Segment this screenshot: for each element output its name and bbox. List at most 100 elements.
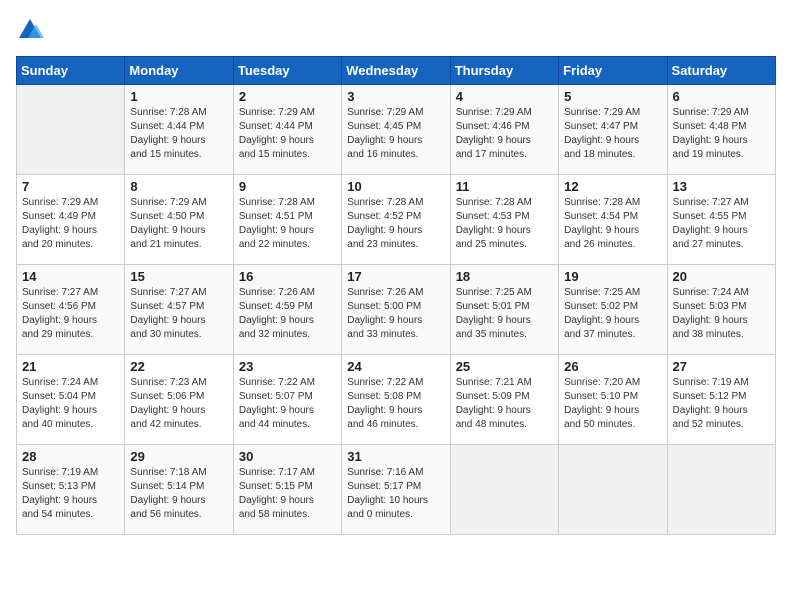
- day-number: 9: [239, 179, 336, 194]
- day-info: Sunrise: 7:28 AM Sunset: 4:54 PM Dayligh…: [564, 196, 661, 252]
- day-number: 8: [130, 179, 227, 194]
- day-info: Sunrise: 7:20 AM Sunset: 5:10 PM Dayligh…: [564, 376, 661, 432]
- day-number: 21: [22, 359, 119, 374]
- day-info: Sunrise: 7:28 AM Sunset: 4:51 PM Dayligh…: [239, 196, 336, 252]
- day-info: Sunrise: 7:28 AM Sunset: 4:44 PM Dayligh…: [130, 106, 227, 162]
- day-info: Sunrise: 7:29 AM Sunset: 4:49 PM Dayligh…: [22, 196, 119, 252]
- calendar-cell: 12 Sunrise: 7:28 AM Sunset: 4:54 PM Dayli…: [559, 175, 667, 265]
- day-info: Sunrise: 7:19 AM Sunset: 5:12 PM Dayligh…: [673, 376, 770, 432]
- page-header: [16, 16, 776, 44]
- calendar-cell: 18 Sunrise: 7:25 AM Sunset: 5:01 PM Dayli…: [450, 265, 558, 355]
- calendar-cell: 20 Sunrise: 7:24 AM Sunset: 5:03 PM Dayli…: [667, 265, 775, 355]
- calendar-cell: 29 Sunrise: 7:18 AM Sunset: 5:14 PM Dayli…: [125, 445, 233, 535]
- day-number: 3: [347, 89, 444, 104]
- calendar-cell: 5 Sunrise: 7:29 AM Sunset: 4:47 PM Daylig…: [559, 85, 667, 175]
- day-number: 19: [564, 269, 661, 284]
- day-info: Sunrise: 7:22 AM Sunset: 5:07 PM Dayligh…: [239, 376, 336, 432]
- day-number: 29: [130, 449, 227, 464]
- calendar-cell: 28 Sunrise: 7:19 AM Sunset: 5:13 PM Dayli…: [17, 445, 125, 535]
- day-header-friday: Friday: [559, 57, 667, 85]
- calendar-cell: 17Sunrise: 7:26 AM Sunset: 5:00 PM Dayli…: [342, 265, 450, 355]
- day-number: 1: [130, 89, 227, 104]
- day-number: 7: [22, 179, 119, 194]
- day-info: Sunrise: 7:29 AM Sunset: 4:47 PM Dayligh…: [564, 106, 661, 162]
- day-info: Sunrise: 7:25 AM Sunset: 5:01 PM Dayligh…: [456, 286, 553, 342]
- day-info: Sunrise: 7:28 AM Sunset: 4:52 PM Dayligh…: [347, 196, 444, 252]
- day-info: Sunrise: 7:28 AM Sunset: 4:53 PM Dayligh…: [456, 196, 553, 252]
- calendar-cell: 23 Sunrise: 7:22 AM Sunset: 5:07 PM Dayli…: [233, 355, 341, 445]
- day-info: Sunrise: 7:23 AM Sunset: 5:06 PM Dayligh…: [130, 376, 227, 432]
- calendar-cell: 7 Sunrise: 7:29 AM Sunset: 4:49 PM Daylig…: [17, 175, 125, 265]
- day-info: Sunrise: 7:27 AM Sunset: 4:56 PM Dayligh…: [22, 286, 119, 342]
- day-number: 25: [456, 359, 553, 374]
- day-number: 31: [347, 449, 444, 464]
- day-info: Sunrise: 7:29 AM Sunset: 4:50 PM Dayligh…: [130, 196, 227, 252]
- day-info: Sunrise: 7:29 AM Sunset: 4:45 PM Dayligh…: [347, 106, 444, 162]
- calendar-cell: 11 Sunrise: 7:28 AM Sunset: 4:53 PM Dayli…: [450, 175, 558, 265]
- calendar-cell: 31 Sunrise: 7:16 AM Sunset: 5:17 PM Dayli…: [342, 445, 450, 535]
- calendar-cell: 14Sunrise: 7:27 AM Sunset: 4:56 PM Dayli…: [17, 265, 125, 355]
- calendar-cell: 9 Sunrise: 7:28 AM Sunset: 4:51 PM Daylig…: [233, 175, 341, 265]
- day-header-monday: Monday: [125, 57, 233, 85]
- day-header-tuesday: Tuesday: [233, 57, 341, 85]
- calendar-cell: 30Sunrise: 7:17 AM Sunset: 5:15 PM Dayli…: [233, 445, 341, 535]
- day-info: Sunrise: 7:25 AM Sunset: 5:02 PM Dayligh…: [564, 286, 661, 342]
- day-number: 24: [347, 359, 444, 374]
- day-number: 23: [239, 359, 336, 374]
- day-info: Sunrise: 7:26 AM Sunset: 5:00 PM Dayligh…: [347, 286, 444, 342]
- logo: [16, 16, 48, 44]
- calendar-table: SundayMondayTuesdayWednesdayThursdayFrid…: [16, 56, 776, 535]
- day-info: Sunrise: 7:27 AM Sunset: 4:55 PM Dayligh…: [673, 196, 770, 252]
- calendar-cell: 27 Sunrise: 7:19 AM Sunset: 5:12 PM Dayli…: [667, 355, 775, 445]
- day-info: Sunrise: 7:21 AM Sunset: 5:09 PM Dayligh…: [456, 376, 553, 432]
- day-number: 10: [347, 179, 444, 194]
- calendar-cell: 4 Sunrise: 7:29 AM Sunset: 4:46 PM Daylig…: [450, 85, 558, 175]
- day-info: Sunrise: 7:16 AM Sunset: 5:17 PM Dayligh…: [347, 466, 444, 522]
- day-number: 12: [564, 179, 661, 194]
- day-info: Sunrise: 7:17 AM Sunset: 5:15 PM Dayligh…: [239, 466, 336, 522]
- day-number: 11: [456, 179, 553, 194]
- calendar-cell: 1 Sunrise: 7:28 AM Sunset: 4:44 PM Daylig…: [125, 85, 233, 175]
- day-info: Sunrise: 7:19 AM Sunset: 5:13 PM Dayligh…: [22, 466, 119, 522]
- calendar-cell: 2Sunrise: 7:29 AM Sunset: 4:44 PM Daylig…: [233, 85, 341, 175]
- calendar-cell: 10 Sunrise: 7:28 AM Sunset: 4:52 PM Dayli…: [342, 175, 450, 265]
- calendar-cell: 8 Sunrise: 7:29 AM Sunset: 4:50 PM Daylig…: [125, 175, 233, 265]
- calendar-cell: 25 Sunrise: 7:21 AM Sunset: 5:09 PM Dayli…: [450, 355, 558, 445]
- calendar-cell: 22 Sunrise: 7:23 AM Sunset: 5:06 PM Dayli…: [125, 355, 233, 445]
- day-number: 27: [673, 359, 770, 374]
- day-number: 18: [456, 269, 553, 284]
- day-number: 13: [673, 179, 770, 194]
- calendar-cell: 13 Sunrise: 7:27 AM Sunset: 4:55 PM Dayli…: [667, 175, 775, 265]
- day-info: Sunrise: 7:18 AM Sunset: 5:14 PM Dayligh…: [130, 466, 227, 522]
- day-info: Sunrise: 7:26 AM Sunset: 4:59 PM Dayligh…: [239, 286, 336, 342]
- day-header-wednesday: Wednesday: [342, 57, 450, 85]
- day-header-thursday: Thursday: [450, 57, 558, 85]
- day-info: Sunrise: 7:29 AM Sunset: 4:48 PM Dayligh…: [673, 106, 770, 162]
- day-number: 4: [456, 89, 553, 104]
- day-header-sunday: Sunday: [17, 57, 125, 85]
- calendar-cell: [559, 445, 667, 535]
- day-info: Sunrise: 7:29 AM Sunset: 4:46 PM Dayligh…: [456, 106, 553, 162]
- day-info: Sunrise: 7:27 AM Sunset: 4:57 PM Dayligh…: [130, 286, 227, 342]
- calendar-cell: 6 Sunrise: 7:29 AM Sunset: 4:48 PM Daylig…: [667, 85, 775, 175]
- day-info: Sunrise: 7:22 AM Sunset: 5:08 PM Dayligh…: [347, 376, 444, 432]
- day-number: 6: [673, 89, 770, 104]
- calendar-cell: 19 Sunrise: 7:25 AM Sunset: 5:02 PM Dayli…: [559, 265, 667, 355]
- calendar-cell: 15 Sunrise: 7:27 AM Sunset: 4:57 PM Dayli…: [125, 265, 233, 355]
- day-number: 15: [130, 269, 227, 284]
- day-number: 22: [130, 359, 227, 374]
- logo-icon: [16, 16, 44, 44]
- day-number: 28: [22, 449, 119, 464]
- day-number: 2: [239, 89, 336, 104]
- day-number: 26: [564, 359, 661, 374]
- day-info: Sunrise: 7:24 AM Sunset: 5:03 PM Dayligh…: [673, 286, 770, 342]
- calendar-cell: 3 Sunrise: 7:29 AM Sunset: 4:45 PM Daylig…: [342, 85, 450, 175]
- day-header-saturday: Saturday: [667, 57, 775, 85]
- day-number: 5: [564, 89, 661, 104]
- calendar-cell: [667, 445, 775, 535]
- calendar-cell: [17, 85, 125, 175]
- day-number: 16: [239, 269, 336, 284]
- calendar-cell: 26 Sunrise: 7:20 AM Sunset: 5:10 PM Dayli…: [559, 355, 667, 445]
- day-number: 20: [673, 269, 770, 284]
- calendar-cell: [450, 445, 558, 535]
